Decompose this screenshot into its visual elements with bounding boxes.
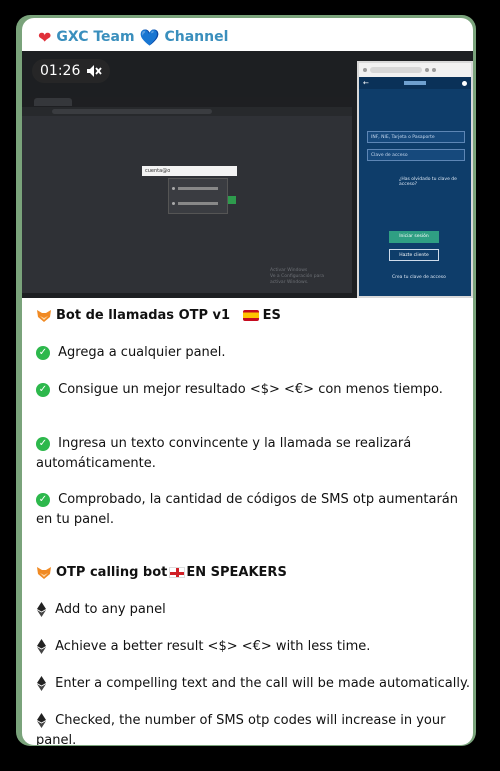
- forgot-key-link: ¿Has olvidado tu clave de acceso?: [399, 177, 457, 187]
- desktop-url-field: [52, 109, 212, 114]
- en-item: Achieve a better result <$> <€> with les…: [36, 639, 370, 654]
- en-lang: EN SPEAKERS: [186, 565, 287, 580]
- mobile-browser-bar: [359, 63, 471, 77]
- en-title-text: OTP calling bot: [56, 565, 168, 580]
- desktop-page: cuenta@o Activar Windows Ve a Configurac…: [22, 116, 352, 293]
- es-item: ✓ Ingresa un texto convincente y la llam…: [36, 434, 461, 474]
- create-key-link: Crea tu clave de acceso: [392, 275, 446, 280]
- es-lang: ES: [262, 308, 281, 323]
- mobile-app-header: ←: [359, 77, 471, 89]
- en-item: Add to any panel: [36, 602, 166, 617]
- back-arrow-icon: ←: [363, 79, 369, 87]
- green-check-icon: ✓: [36, 345, 50, 360]
- password-input: Clave de acceso: [367, 149, 465, 161]
- desktop-search-box: cuenta@o: [142, 166, 237, 176]
- es-item: ✓ Agrega a cualquier panel.: [36, 345, 226, 360]
- green-check-icon: ✓: [36, 492, 50, 507]
- channel-header[interactable]: ❤ GXC Team 💙 Channel: [38, 26, 228, 48]
- es-item: ✓ Comprobado, la cantidad de códigos de …: [36, 490, 461, 530]
- channel-suffix: Channel: [164, 29, 229, 45]
- channel-name: GXC Team: [56, 29, 135, 45]
- es-title-text: Bot de llamadas OTP v1: [56, 308, 231, 323]
- es-item-text: Comprobado, la cantidad de códigos de SM…: [36, 492, 459, 527]
- bank-logo: [404, 81, 427, 85]
- mobile-url-field: [370, 67, 422, 73]
- fox-icon: [37, 309, 51, 322]
- fox-icon: [37, 566, 51, 579]
- ethereum-icon: [37, 602, 46, 617]
- mobile-browser-view: ← INF, NIE, Tarjeta o Pasaporte Clave de…: [357, 61, 473, 298]
- home-icon: [363, 68, 367, 72]
- green-check-icon: ✓: [36, 436, 50, 451]
- help-icon: [462, 80, 467, 86]
- muted-speaker-icon[interactable]: [86, 64, 103, 78]
- desktop-address-bar: [22, 107, 352, 116]
- login-button: Iniciar sesión: [389, 231, 439, 243]
- blue-heart-icon: 💙: [139, 27, 160, 47]
- green-check-icon: ✓: [36, 382, 50, 397]
- menu-dot-icon: [172, 187, 175, 190]
- en-title: OTP calling bot EN SPEAKERS: [36, 565, 287, 580]
- red-heart-icon: ❤: [38, 27, 52, 47]
- england-flag-icon: [169, 567, 186, 578]
- en-item-text: Enter a compelling text and the call wil…: [55, 676, 470, 691]
- ethereum-icon: [37, 713, 46, 728]
- es-item-text: Consigue un mejor resultado <$> <€> con …: [58, 382, 443, 397]
- video-player[interactable]: 01:26 cuenta@o Activar Windows Ve a Conf…: [22, 51, 473, 298]
- message-card: ❤ GXC Team 💙 Channel 01:26 cuenta@o Acti…: [22, 18, 473, 745]
- es-item-text: Agrega a cualquier panel.: [58, 345, 226, 360]
- en-item-text: Add to any panel: [55, 602, 166, 617]
- menu-line: [178, 187, 218, 190]
- en-item: Checked, the number of SMS otp codes wil…: [36, 711, 461, 745]
- menu-dot-icon: [172, 202, 175, 205]
- menu-item: [169, 183, 227, 194]
- desktop-browser-view: cuenta@o Activar Windows Ve a Configurac…: [22, 97, 352, 293]
- video-time-pill[interactable]: 01:26: [32, 59, 111, 83]
- id-input: INF, NIE, Tarjeta o Pasaporte: [367, 131, 465, 143]
- tabs-icon: [425, 68, 429, 72]
- es-title: Bot de llamadas OTP v1 ES: [36, 308, 281, 323]
- menu-line: [178, 202, 218, 205]
- menu-icon: [432, 68, 436, 72]
- ethereum-icon: [37, 639, 46, 654]
- video-time: 01:26: [40, 63, 81, 79]
- desktop-dropdown-menu: [168, 178, 228, 214]
- desktop-tab-bar: [22, 97, 352, 107]
- en-item-text: Checked, the number of SMS otp codes wil…: [36, 713, 446, 745]
- spain-flag-icon: [242, 310, 259, 321]
- es-item: ✓ Consigue un mejor resultado <$> <€> co…: [36, 382, 443, 397]
- es-item-text: Ingresa un texto convincente y la llamad…: [36, 436, 412, 471]
- desktop-tab: [34, 98, 72, 106]
- en-item-text: Achieve a better result <$> <€> with les…: [55, 639, 371, 654]
- menu-item: [169, 198, 227, 209]
- green-button: [228, 196, 236, 204]
- windows-watermark: Activar Windows Ve a Configuración para …: [270, 268, 324, 285]
- ethereum-icon: [37, 676, 46, 691]
- become-client-button: Hazte cliente: [389, 249, 439, 261]
- en-item: Enter a compelling text and the call wil…: [36, 676, 470, 691]
